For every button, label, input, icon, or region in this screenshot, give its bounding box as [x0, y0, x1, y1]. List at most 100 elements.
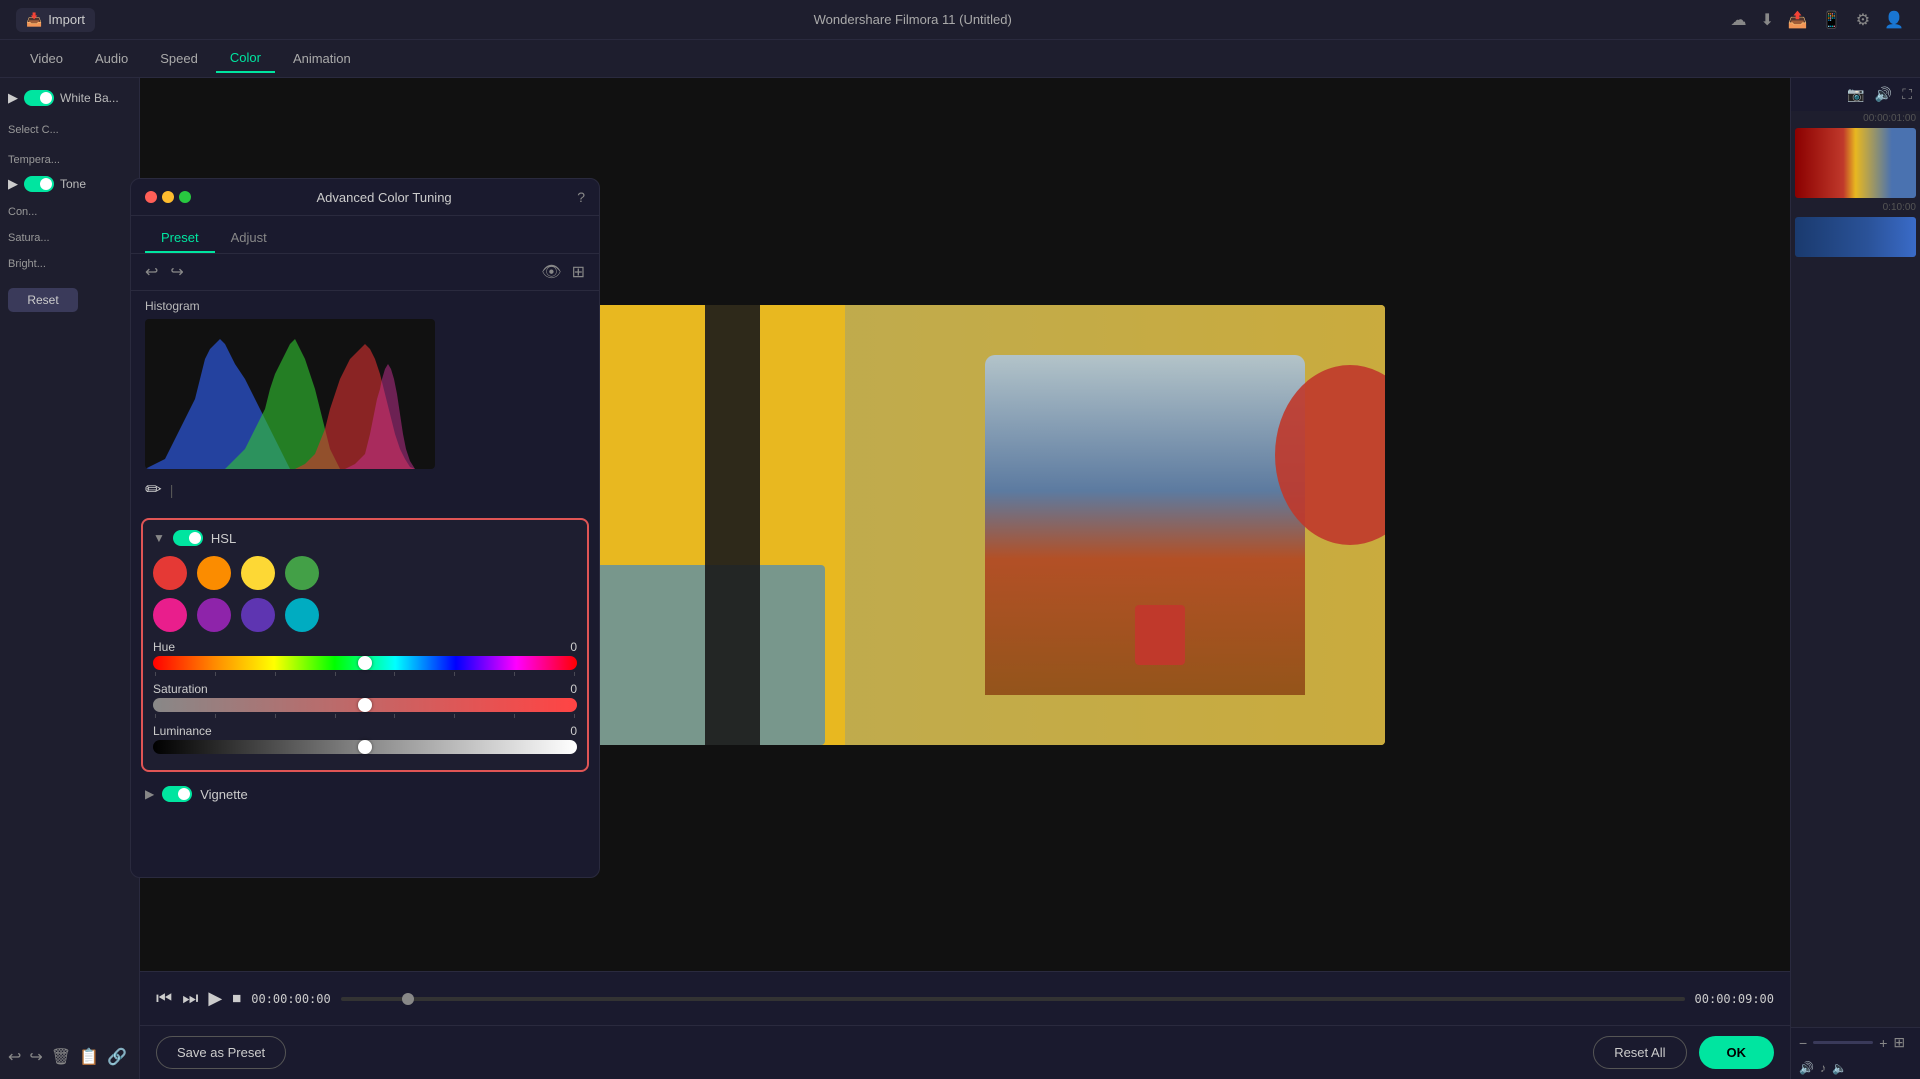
tone-expand-icon[interactable]: ▶ [8, 176, 18, 192]
tone-toggle[interactable] [24, 176, 54, 192]
maximize-button[interactable] [179, 191, 191, 203]
vignette-chevron-icon[interactable]: ▶ [145, 787, 154, 801]
hsl-toggle[interactable] [173, 530, 203, 546]
left-bottom-icons: ↩ ↪ 🗑 📋 🔗 [8, 1047, 131, 1067]
step-back-button[interactable]: ⏭ [182, 988, 198, 1009]
swatch-green[interactable] [285, 556, 319, 590]
swatch-orange[interactable] [197, 556, 231, 590]
hue-thumb[interactable] [358, 656, 372, 670]
swatch-red[interactable] [153, 556, 187, 590]
redo-icon[interactable]: ↪ [29, 1047, 42, 1067]
settings-icon[interactable]: ⚙ [1856, 10, 1870, 30]
saturation-thumb[interactable] [358, 698, 372, 712]
histogram-svg [145, 319, 435, 469]
luminance-slider-label: Luminance 0 [153, 724, 577, 738]
help-icon[interactable]: ? [577, 189, 585, 205]
page-root: 📥 Import Wondershare Filmora 11 (Untitle… [0, 0, 1920, 1079]
tab-video[interactable]: Video [16, 45, 77, 72]
volume-controls: 🔊 ♪ 🔈 [1791, 1057, 1920, 1079]
brush-tool: ✏ | [145, 477, 585, 502]
zoom-in-icon[interactable]: + [1879, 1035, 1887, 1051]
luminance-slider-track[interactable] [153, 740, 577, 754]
skip-back-button[interactable]: ⏮ [156, 988, 172, 1009]
white-balance-toggle[interactable] [24, 90, 54, 106]
top-bar-icons: ☁ ⬇ 📤 📱 ⚙ 👤 [1730, 10, 1904, 30]
tab-color[interactable]: Color [216, 44, 275, 73]
import-button[interactable]: 📥 Import [16, 8, 95, 32]
video-mug [1135, 605, 1185, 665]
saturation-label: Satura... [8, 232, 131, 244]
vignette-toggle[interactable] [162, 786, 192, 802]
reset-all-button[interactable]: Reset All [1593, 1036, 1686, 1069]
nav-tabs: Video Audio Speed Color Animation [0, 40, 1920, 78]
preview-icon[interactable]: 👁 [541, 262, 561, 282]
tab-preset[interactable]: Preset [145, 224, 215, 253]
tone-toggle-row: ▶ Tone [8, 176, 131, 192]
bottom-right-buttons: Reset All OK [1593, 1036, 1774, 1069]
swatch-cyan[interactable] [285, 598, 319, 632]
import-label: Import [48, 12, 85, 27]
reset-button[interactable]: Reset [8, 288, 78, 312]
audio-icon[interactable]: 🔊 [1875, 86, 1892, 103]
advanced-color-tuning-dialog: Advanced Color Tuning ? Preset Adjust ↩ … [130, 178, 600, 878]
brush-icon[interactable]: ✏ [145, 477, 162, 502]
scrubber-handle[interactable] [402, 993, 414, 1005]
saturation-slider-row: Saturation 0 [153, 682, 577, 718]
fullscreen-icon[interactable]: ⛶ [1902, 86, 1912, 103]
zoom-slider[interactable] [1813, 1041, 1873, 1044]
white-balance-expand-icon[interactable]: ▶ [8, 90, 18, 106]
dialog-tabs: Preset Adjust [131, 216, 599, 254]
close-button[interactable] [145, 191, 157, 203]
cloud-save-icon[interactable]: ☁ [1730, 10, 1746, 30]
luminance-thumb[interactable] [358, 740, 372, 754]
contrast-label: Con... [8, 206, 131, 218]
content-area: ▶ White Ba... Select C... Tempera... ▶ T… [0, 78, 1920, 1079]
save-as-preset-button[interactable]: Save as Preset [156, 1036, 286, 1069]
undo-toolbar-icon[interactable]: ↩ [145, 262, 158, 282]
tab-speed[interactable]: Speed [146, 45, 212, 72]
dialog-toolbar: ↩ ↪ 👁 ⊞ [131, 254, 599, 291]
link-icon[interactable]: 🔗 [107, 1047, 127, 1067]
mobile-icon[interactable]: 📱 [1822, 10, 1842, 30]
screenshot-icon[interactable]: 📷 [1847, 86, 1864, 103]
undo-icon[interactable]: ↩ [8, 1047, 21, 1067]
tab-audio[interactable]: Audio [81, 45, 142, 72]
swatch-pink[interactable] [153, 598, 187, 632]
swatch-blue-purple[interactable] [241, 598, 275, 632]
hue-slider-track[interactable] [153, 656, 577, 670]
zoom-out-icon[interactable]: − [1799, 1035, 1807, 1051]
minimize-button[interactable] [162, 191, 174, 203]
saturation-ticks [153, 714, 577, 718]
play-button[interactable]: ▶ [208, 988, 222, 1009]
right-column: 📷 🔊 ⛶ 00:00:01:00 0:10:00 − + ⊞ [1790, 78, 1920, 1079]
vignette-label: Vignette [200, 787, 247, 802]
saturation-slider-track[interactable] [153, 698, 577, 712]
tab-animation[interactable]: Animation [279, 45, 365, 72]
compare-icon[interactable]: ⊞ [572, 262, 585, 282]
hue-ticks [153, 672, 577, 676]
app-title: Wondershare Filmora 11 (Untitled) [107, 12, 1718, 27]
delete-icon[interactable]: 🗑 [51, 1047, 71, 1067]
volume-icon[interactable]: 🔊 [1799, 1061, 1814, 1075]
swatch-yellow[interactable] [241, 556, 275, 590]
speaker-icon[interactable]: 🔈 [1832, 1061, 1847, 1075]
fit-icon[interactable]: ⊞ [1893, 1034, 1905, 1051]
tab-adjust[interactable]: Adjust [215, 224, 283, 253]
music-icon[interactable]: ♪ [1820, 1061, 1826, 1075]
timeline-time-label-2: 0:10:00 [1791, 200, 1920, 215]
current-time: 00:00:00:00 [251, 992, 330, 1006]
account-icon[interactable]: 👤 [1884, 10, 1904, 30]
ok-button[interactable]: OK [1699, 1036, 1775, 1069]
zoom-controls: − + ⊞ [1791, 1027, 1920, 1057]
download-icon[interactable]: ⬇ [1760, 10, 1773, 30]
timeline-thumb-1 [1795, 128, 1916, 198]
copy-icon[interactable]: 📋 [79, 1047, 99, 1067]
redo-toolbar-icon[interactable]: ↪ [170, 262, 183, 282]
thumb-image [1795, 128, 1916, 198]
hsl-chevron-icon[interactable]: ▼ [153, 531, 165, 545]
export-icon[interactable]: 📤 [1788, 10, 1808, 30]
stop-button[interactable]: ⏹ [232, 988, 241, 1009]
timeline-scrubber[interactable] [341, 997, 1685, 1001]
swatch-purple[interactable] [197, 598, 231, 632]
saturation-slider-label: Saturation 0 [153, 682, 577, 696]
